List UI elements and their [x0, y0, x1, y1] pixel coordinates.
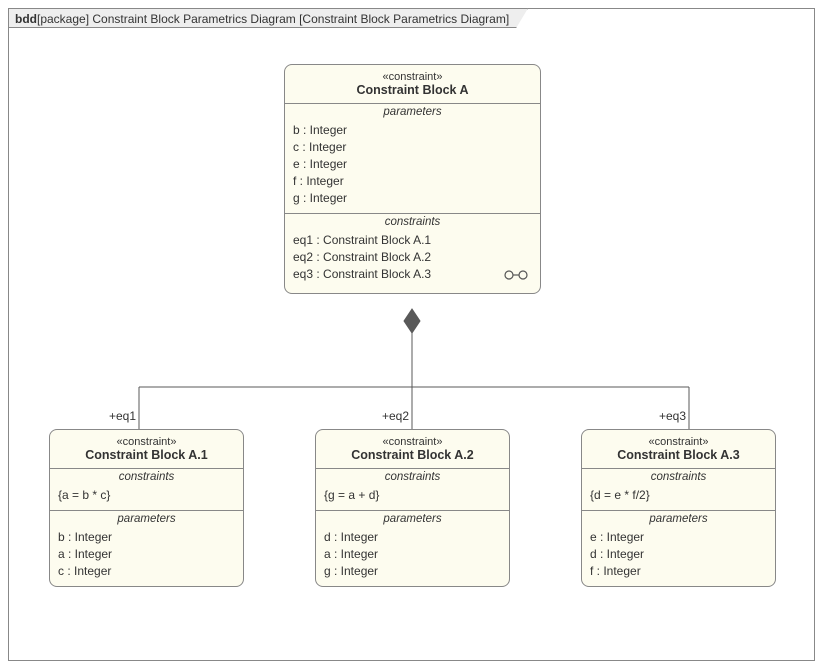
param: f : Integer	[293, 173, 532, 190]
block-title: Constraint Block A.2	[324, 448, 501, 462]
bdd-frame: bdd[package] Constraint Block Parametric…	[8, 8, 815, 661]
parameters-list: e : Integer d : Integer f : Integer	[582, 527, 775, 586]
param: g : Integer	[324, 563, 501, 580]
block-title: Constraint Block A	[293, 83, 532, 97]
constraints-list: {a = b * c}	[50, 485, 243, 510]
block-title: Constraint Block A.1	[58, 448, 235, 462]
parameters-list: b : Integer a : Integer c : Integer	[50, 527, 243, 586]
parameters-header: parameters	[582, 510, 775, 527]
param: b : Integer	[293, 122, 532, 139]
constraint: eq3 : Constraint Block A.3	[293, 266, 532, 283]
parameters-list: b : Integer c : Integer e : Integer f : …	[285, 120, 540, 213]
constraint: eq2 : Constraint Block A.2	[293, 249, 532, 266]
parameters-list: d : Integer a : Integer g : Integer	[316, 527, 509, 586]
constraints-list: eq1 : Constraint Block A.1 eq2 : Constra…	[285, 230, 540, 293]
constraint-block-a2: «constraint» Constraint Block A.2 constr…	[315, 429, 510, 587]
constraint: {d = e * f/2}	[590, 487, 767, 504]
param: g : Integer	[293, 190, 532, 207]
constraint: {g = a + d}	[324, 487, 501, 504]
stereotype: «constraint»	[590, 436, 767, 448]
constraints-header: constraints	[50, 468, 243, 485]
param: a : Integer	[324, 546, 501, 563]
param: e : Integer	[590, 529, 767, 546]
constraints-header: constraints	[582, 468, 775, 485]
param: c : Integer	[58, 563, 235, 580]
block-title: Constraint Block A.3	[590, 448, 767, 462]
param: a : Integer	[58, 546, 235, 563]
constraints-header: constraints	[285, 213, 540, 230]
frame-title-text: [package] Constraint Block Parametrics D…	[37, 12, 509, 26]
constraint: eq1 : Constraint Block A.1	[293, 232, 532, 249]
role-eq3: +eq3	[659, 409, 686, 423]
param: e : Integer	[293, 156, 532, 173]
parameters-header: parameters	[50, 510, 243, 527]
link-icon	[504, 268, 530, 285]
param: d : Integer	[590, 546, 767, 563]
constraint-block-a1: «constraint» Constraint Block A.1 constr…	[49, 429, 244, 587]
constraint: {a = b * c}	[58, 487, 235, 504]
stereotype: «constraint»	[293, 71, 532, 83]
stereotype: «constraint»	[324, 436, 501, 448]
parameters-header: parameters	[285, 103, 540, 120]
param: c : Integer	[293, 139, 532, 156]
parameters-header: parameters	[316, 510, 509, 527]
constraint-block-a3: «constraint» Constraint Block A.3 constr…	[581, 429, 776, 587]
param: b : Integer	[58, 529, 235, 546]
param: d : Integer	[324, 529, 501, 546]
stereotype: «constraint»	[58, 436, 235, 448]
constraints-list: {g = a + d}	[316, 485, 509, 510]
constraint-block-a: «constraint» Constraint Block A paramete…	[284, 64, 541, 294]
constraints-list: {d = e * f/2}	[582, 485, 775, 510]
role-eq1: +eq1	[109, 409, 136, 423]
role-eq2: +eq2	[382, 409, 409, 423]
constraints-header: constraints	[316, 468, 509, 485]
frame-kind: bdd	[15, 12, 37, 26]
param: f : Integer	[590, 563, 767, 580]
frame-title-tab: bdd[package] Constraint Block Parametric…	[8, 8, 528, 28]
